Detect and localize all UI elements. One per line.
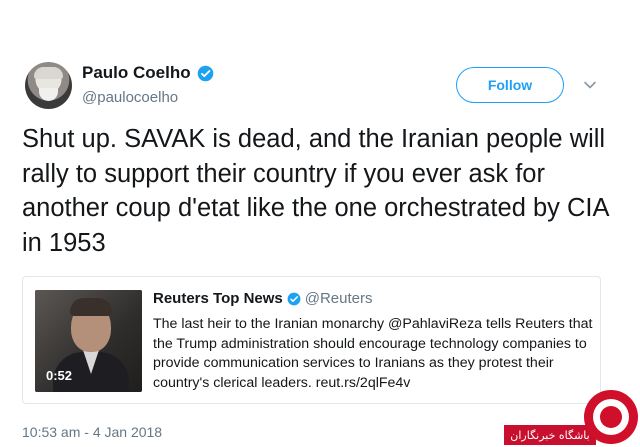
avatar-hair xyxy=(34,67,63,79)
quoted-tweet-header: Reuters Top News @Reuters xyxy=(153,290,373,307)
watermark-logo-icon xyxy=(584,390,638,444)
video-thumbnail[interactable]: 0:52 xyxy=(35,290,142,392)
chevron-down-icon[interactable] xyxy=(583,78,597,92)
quoted-tweet[interactable]: 0:52 Reuters Top News @Reuters The last … xyxy=(22,276,601,404)
quoted-author-handle[interactable]: @Reuters xyxy=(305,290,373,307)
tweet-text: Shut up. SAVAK is dead, and the Iranian … xyxy=(22,125,609,257)
author-name-row: Paulo Coelho xyxy=(82,63,214,83)
follow-button[interactable]: Follow xyxy=(456,67,564,103)
quoted-tweet-text: The last heir to the Iranian monarchy @P… xyxy=(153,316,593,391)
quoted-verified-icon xyxy=(287,292,301,305)
author-handle[interactable]: @paulocoelho xyxy=(82,89,178,106)
thumbnail-hair xyxy=(70,298,112,316)
tweet-card: Paulo Coelho @paulocoelho Follow Shut up… xyxy=(0,0,640,447)
quoted-author-name[interactable]: Reuters Top News xyxy=(153,290,283,307)
author-avatar[interactable] xyxy=(25,62,72,109)
verified-badge-icon xyxy=(197,65,213,81)
watermark-label: باشگاه خبرنگاران xyxy=(504,425,596,445)
video-duration: 0:52 xyxy=(46,368,73,383)
tweet-timestamp[interactable]: 10:53 am - 4 Jan 2018 xyxy=(22,424,162,440)
avatar-beard xyxy=(39,88,58,101)
watermark-logo-mark xyxy=(600,406,622,428)
author-display-name[interactable]: Paulo Coelho xyxy=(82,63,191,83)
